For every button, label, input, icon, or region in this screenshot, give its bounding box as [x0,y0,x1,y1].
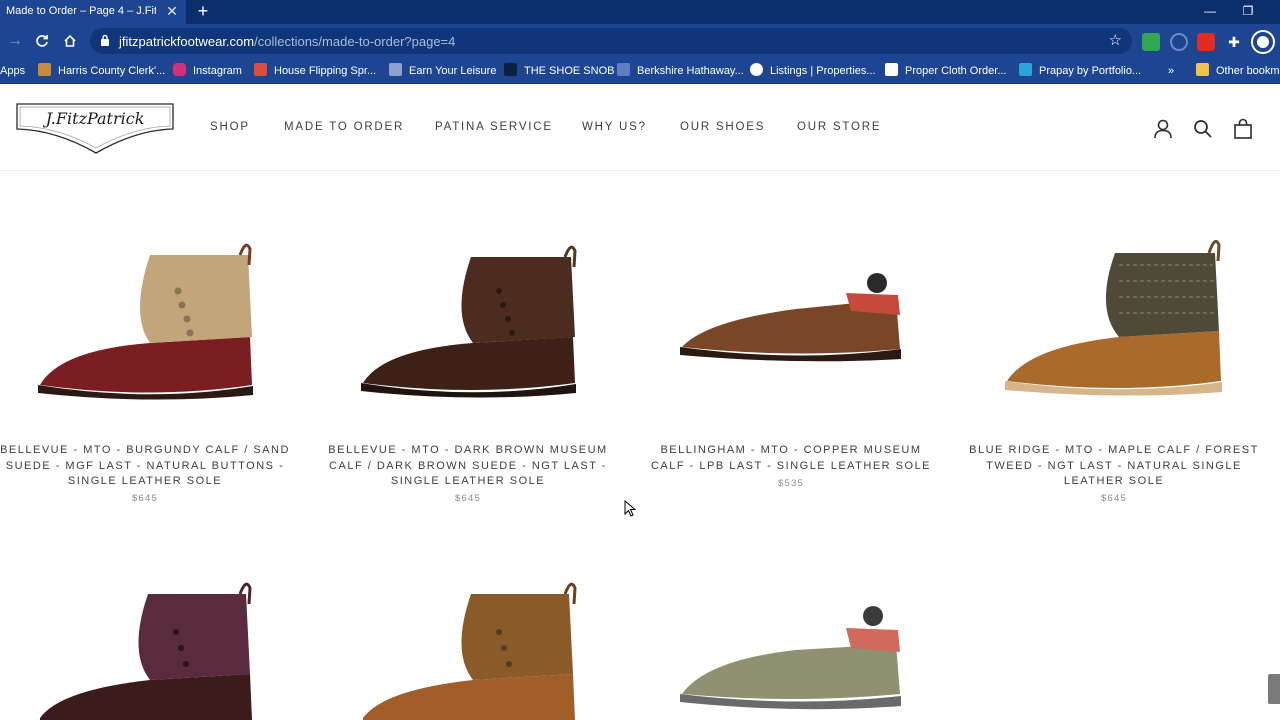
product-image[interactable] [323,568,613,720]
extensions-puzzle-icon[interactable]: ✚ [1225,33,1243,51]
bookmarks-overflow-icon[interactable]: » [1168,63,1174,79]
bookmark-apps[interactable]: Apps [0,63,25,79]
product-price: $535 [778,478,804,489]
url-path: /collections/made-to-order?page=4 [254,34,456,49]
folder-icon [1196,63,1209,76]
nav-our-store[interactable]: OUR STORE [797,121,881,133]
address-bar[interactable]: jfitzpatrickfootwear.com/collections/mad… [90,28,1132,54]
new-tab-icon[interactable]: + [194,1,212,21]
product-price: $645 [132,493,158,504]
url-domain: jfitzpatrickfootwear.com [119,34,255,49]
site-header: J.FitzPatrick SHOP MADE TO ORDER PATINA … [0,86,1280,171]
close-tab-icon[interactable]: ✕ [164,2,180,20]
bookmark-item[interactable]: House Flipping Spr... [254,63,376,79]
bookmark-item[interactable]: Harris County Clerk'... [38,63,165,79]
product-image[interactable] [0,225,290,425]
product-title[interactable]: BELLEVUE - MTO - BURGUNDY CALF / SAND SU… [0,443,290,490]
logo-text: J.FitzPatrick [43,109,145,128]
nav-shop[interactable]: SHOP [210,121,250,133]
mouse-cursor-icon [624,500,636,517]
product-image[interactable] [323,225,613,425]
bookmark-item[interactable]: Prapay by Portfolio... [1019,63,1141,79]
scrollbar-handle[interactable] [1268,674,1280,704]
favicon-icon [389,63,402,76]
forward-icon[interactable]: → [3,29,27,53]
favicon-icon [504,63,517,76]
bookmark-item[interactable]: THE SHOE SNOB [504,63,614,79]
reload-icon[interactable] [30,29,54,53]
nav-why-us[interactable]: WHY US? [582,121,647,133]
bookmark-item[interactable]: Proper Cloth Order... [885,63,1007,79]
brand-logo[interactable]: J.FitzPatrick [16,103,174,155]
extension-green-icon[interactable] [1142,33,1160,51]
browser-tab-bar: Made to Order – Page 4 – J.FitzPatrick ✕… [0,0,1280,24]
favicon-icon [617,63,630,76]
bookmark-item[interactable]: Listings | Properties... [750,63,876,79]
gmail-icon [885,63,898,76]
search-icon[interactable] [1192,118,1214,140]
restore-icon[interactable]: ❐ [1238,2,1258,20]
product-image[interactable] [646,225,936,425]
product-price: $645 [455,493,481,504]
cart-bag-icon[interactable] [1232,118,1254,140]
product-price: $645 [1101,493,1127,504]
house-icon [254,63,267,76]
favicon-icon [38,63,51,76]
product-title[interactable]: BLUE RIDGE - MTO - MAPLE CALF / FOREST T… [969,443,1259,490]
bookmarks-bar: Apps Harris County Clerk'... Instagram H… [0,58,1280,84]
bookmark-item[interactable]: Instagram [173,63,242,79]
tab-title: Made to Order – Page 4 – J.FitzPatrick [6,5,156,17]
product-image[interactable] [969,225,1259,425]
minimize-icon[interactable]: — [1200,2,1220,20]
bookmark-star-icon[interactable]: ☆ [1109,31,1122,49]
bookmark-item[interactable]: Berkshire Hathaway... [617,63,744,79]
browser-toolbar: → jfitzpatrickfootwear.com/collections/m… [0,24,1280,58]
home-icon[interactable] [58,29,82,53]
url-text: jfitzpatrickfootwear.com/collections/mad… [119,34,455,49]
nav-patina-service[interactable]: PATINA SERVICE [435,121,553,133]
instagram-icon [173,63,186,76]
nav-our-shoes[interactable]: OUR SHOES [680,121,765,133]
profile-avatar-icon[interactable] [1253,32,1273,52]
favicon-icon [1019,63,1032,76]
extension-pdf-icon[interactable] [1197,33,1215,51]
lock-icon[interactable] [100,34,110,46]
product-image[interactable] [646,568,936,720]
bookmark-other[interactable]: Other bookmarks [1196,63,1280,79]
account-icon[interactable] [1152,118,1174,140]
nav-made-to-order[interactable]: MADE TO ORDER [284,121,404,133]
extension-circle-icon[interactable] [1170,33,1188,51]
browser-tab[interactable]: Made to Order – Page 4 – J.FitzPatrick ✕ [0,0,186,24]
product-title[interactable]: BELLEVUE - MTO - DARK BROWN MUSEUM CALF … [323,443,613,490]
globe-icon [750,63,763,76]
bookmark-item[interactable]: Earn Your Leisure [389,63,496,79]
product-title[interactable]: BELLINGHAM - MTO - COPPER MUSEUM CALF - … [646,443,936,474]
product-image[interactable] [0,568,290,720]
